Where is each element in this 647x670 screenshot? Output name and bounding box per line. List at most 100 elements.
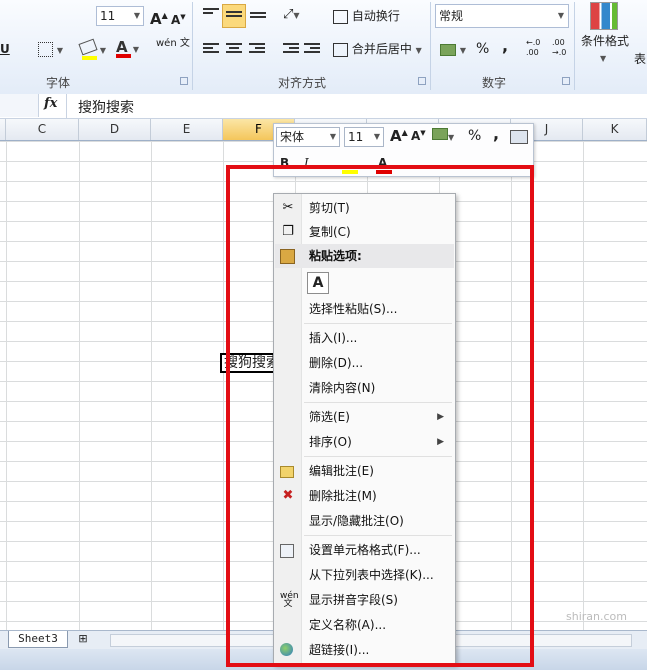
orientation-button[interactable]: ⤢▼ — [283, 4, 300, 26]
chevron-down-icon: ▼ — [56, 46, 63, 55]
percent-label: % — [476, 41, 490, 57]
ribbon-separator — [192, 2, 193, 90]
chevron-down-icon: ▼ — [415, 46, 422, 55]
mini-comma-button[interactable]: , — [493, 124, 499, 143]
column-header-k[interactable]: K — [583, 119, 647, 140]
merge-center-icon — [333, 42, 348, 57]
conditional-format-icon[interactable] — [590, 2, 618, 30]
format-as-table-label: 表 — [634, 52, 647, 66]
mini-format-painter-icon[interactable] — [510, 130, 528, 144]
mini-percent-button[interactable]: % — [468, 128, 481, 144]
underline-label: U — [0, 42, 10, 56]
chevron-down-icon: ▼ — [448, 133, 455, 142]
align-left-icon[interactable] — [203, 43, 219, 57]
wrap-text-button[interactable]: 自动换行 — [333, 5, 400, 27]
increase-decimal-button[interactable]: ←.0 .00 — [526, 38, 544, 60]
mini-grow-font-button[interactable]: A▲ — [390, 127, 408, 145]
mini-shrink-font-button[interactable]: A▼ — [411, 129, 426, 143]
font-color-swatch — [116, 54, 131, 58]
sheet-tab-sheet3[interactable]: Sheet3 — [8, 631, 68, 648]
column-header-d[interactable]: D — [79, 119, 151, 140]
fill-color-swatch — [82, 56, 97, 60]
merge-center-label: 合并后居中 — [351, 42, 412, 56]
comma-label: , — [502, 36, 509, 55]
grid-line — [583, 141, 584, 630]
increase-decimal-label: ←.0 .00 — [526, 38, 541, 57]
mini-shrink-label: A — [411, 129, 421, 143]
underline-button[interactable]: U — [0, 38, 10, 60]
ribbon-separator — [430, 2, 431, 90]
phonetic-icon: wén 文 — [156, 38, 190, 49]
grid-line — [79, 141, 80, 630]
wrap-text-icon — [333, 9, 348, 24]
mini-comma-label: , — [493, 124, 500, 143]
fill-bucket-icon — [78, 38, 98, 56]
ribbon-separator — [574, 2, 575, 90]
chevron-down-icon: ▼ — [459, 46, 466, 55]
number-format-box[interactable]: 常规 ▼ — [435, 4, 569, 28]
grow-font-button[interactable]: A▲ — [150, 5, 168, 28]
format-as-table-button[interactable]: 表 — [634, 48, 646, 70]
accounting-format-button[interactable]: ▼ — [440, 38, 466, 60]
chevron-down-icon: ▼ — [132, 45, 139, 54]
number-dialog-launcher[interactable] — [562, 77, 570, 85]
number-format-value: 常规 — [439, 9, 464, 23]
conditional-format-button[interactable]: 条件格式 — [581, 30, 629, 52]
increase-indent-icon[interactable] — [304, 43, 320, 57]
highlight-annotation-box — [226, 165, 534, 667]
fill-color-button[interactable]: ▼ — [78, 38, 114, 60]
font-size-box[interactable]: 11 ▼ — [96, 6, 144, 26]
mini-percent-label: % — [468, 128, 482, 144]
number-group-label: 数字 — [482, 76, 507, 90]
shrink-font-label: A — [171, 13, 181, 27]
phonetic-button[interactable]: wén 文 — [156, 38, 190, 60]
insert-sheet-icon[interactable]: ⊞ — [72, 632, 94, 646]
chevron-down-icon: ▼ — [329, 132, 336, 141]
formula-input[interactable]: 搜狗搜索 — [78, 97, 134, 117]
mini-font-box[interactable]: 宋体 ▼ — [276, 127, 340, 147]
mini-size-box[interactable]: 11 ▼ — [344, 127, 384, 147]
decrease-decimal-label: .00 →.0 — [552, 38, 567, 57]
font-dialog-launcher[interactable] — [180, 77, 188, 85]
shrink-font-button[interactable]: A▼ — [171, 6, 186, 28]
insert-function-icon[interactable]: fx — [44, 96, 57, 111]
formula-divider — [66, 94, 67, 118]
align-top-icon[interactable] — [203, 8, 219, 22]
mini-currency-button[interactable]: ▼ — [432, 128, 454, 143]
currency-icon — [440, 43, 456, 56]
grow-font-label: A — [150, 10, 162, 28]
align-center-icon[interactable] — [226, 43, 242, 57]
align-middle-icon[interactable] — [222, 4, 246, 28]
alignment-group-label: 对齐方式 — [278, 76, 327, 90]
merge-center-button[interactable]: 合并后居中 ▼ — [333, 38, 422, 60]
percent-button[interactable]: % — [476, 38, 489, 60]
alignment-dialog-launcher[interactable] — [418, 77, 426, 85]
orientation-icon: ⤢ — [283, 7, 294, 22]
align-bottom-icon[interactable] — [250, 12, 266, 26]
ribbon: 11 ▼ A▲ A▼ U ▼ ▼ A ▼ wén 文 字体 ⤢▼ 自动换行 合并… — [0, 0, 647, 95]
formula-bar: fx 搜狗搜索 — [0, 94, 647, 119]
font-group-label: 字体 — [46, 76, 71, 90]
font-color-button[interactable]: A ▼ — [116, 36, 146, 58]
mini-grow-label: A — [390, 127, 402, 145]
wrap-text-label: 自动换行 — [351, 9, 400, 23]
column-header-c[interactable]: C — [6, 119, 79, 140]
mini-font-value: 宋体 — [280, 130, 305, 144]
chevron-down-icon: ▼ — [99, 46, 106, 55]
grid-line — [6, 141, 7, 630]
conditional-format-label: 条件格式 — [581, 34, 630, 48]
currency-icon — [432, 128, 448, 140]
border-icon — [38, 42, 53, 57]
align-right-icon[interactable] — [249, 43, 265, 57]
name-box[interactable] — [0, 94, 39, 117]
column-header-e[interactable]: E — [151, 119, 223, 140]
decrease-decimal-button[interactable]: .00 →.0 — [552, 38, 570, 60]
chevron-down-icon: ▼ — [293, 11, 300, 20]
grid-line — [223, 141, 224, 630]
comma-button[interactable]: , — [502, 35, 508, 57]
border-button[interactable]: ▼ — [16, 38, 66, 60]
decrease-indent-icon[interactable] — [283, 43, 299, 57]
chevron-down-icon: ▼ — [133, 11, 140, 20]
grid-line — [151, 141, 152, 630]
font-size-value: 11 — [100, 9, 116, 23]
